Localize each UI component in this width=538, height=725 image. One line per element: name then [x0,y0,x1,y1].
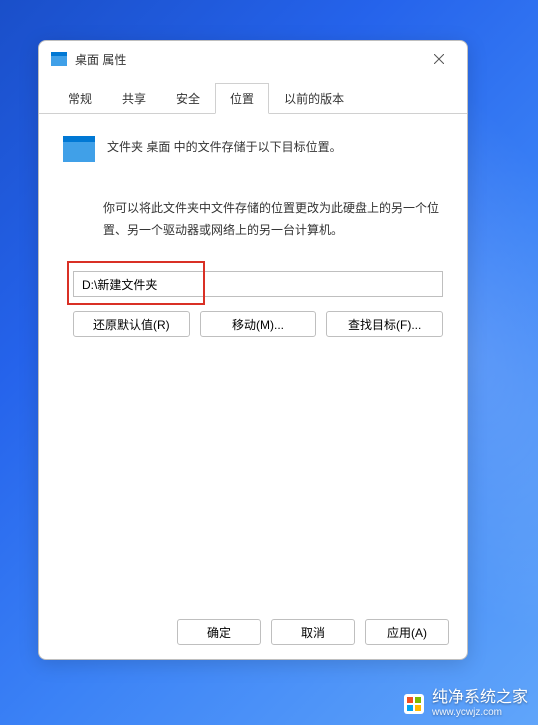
help-text: 你可以将此文件夹中文件存储的位置更改为此硬盘上的另一个位置、另一个驱动器或网络上… [103,198,443,241]
cancel-button[interactable]: 取消 [271,619,355,645]
close-icon [434,54,444,64]
tab-content: 文件夹 桌面 中的文件存储于以下目标位置。 你可以将此文件夹中文件存储的位置更改… [39,114,467,605]
desktop-folder-icon [63,136,95,162]
close-button[interactable] [423,45,455,73]
find-target-button[interactable]: 查找目标(F)... [326,311,443,337]
properties-dialog: 桌面 属性 常规 共享 安全 位置 以前的版本 文件夹 桌面 中的文件存储于以下… [38,40,468,660]
apply-button[interactable]: 应用(A) [365,619,449,645]
tab-location[interactable]: 位置 [215,83,269,114]
watermark-name: 纯净系统之家 [432,689,528,707]
windows-logo-icon [404,694,424,714]
description-text: 文件夹 桌面 中的文件存储于以下目标位置。 [107,134,342,157]
tab-security[interactable]: 安全 [161,83,215,113]
tab-share[interactable]: 共享 [107,83,161,113]
tabs-container: 常规 共享 安全 位置 以前的版本 [39,83,467,114]
ok-button[interactable]: 确定 [177,619,261,645]
window-title: 桌面 属性 [75,51,126,68]
restore-default-button[interactable]: 还原默认值(R) [73,311,190,337]
titlebar: 桌面 属性 [39,41,467,77]
tab-previous-versions[interactable]: 以前的版本 [269,83,359,113]
tab-general[interactable]: 常规 [53,83,107,113]
path-input[interactable] [73,271,443,297]
desktop-icon [51,52,67,66]
dialog-footer: 确定 取消 应用(A) [39,605,467,659]
action-buttons-row: 还原默认值(R) 移动(M)... 查找目标(F)... [73,311,443,337]
watermark-url: www.ycwjz.com [432,707,528,718]
path-input-container [73,271,443,297]
move-button[interactable]: 移动(M)... [200,311,317,337]
watermark: 纯净系统之家 www.ycwjz.com [404,689,528,718]
description-row: 文件夹 桌面 中的文件存储于以下目标位置。 [63,134,443,162]
